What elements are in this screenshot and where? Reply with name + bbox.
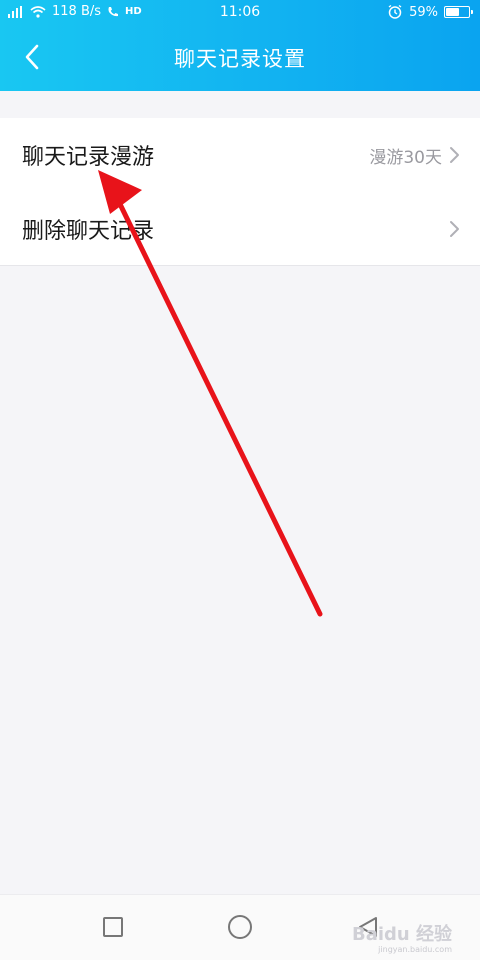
page-title: 聊天记录设置 [174, 47, 306, 71]
setting-label: 聊天记录漫游 [22, 145, 155, 170]
system-nav-bar: Baidu 经验 jingyan.baidu.com [0, 894, 480, 960]
settings-list: 聊天记录漫游 漫游30天 删除聊天记录 [0, 118, 480, 266]
watermark-logo: Baidu 经验 [351, 924, 452, 945]
setting-right: 漫游30天 [369, 118, 460, 192]
battery-percent: 59% [409, 4, 438, 20]
square-icon[interactable] [103, 917, 123, 937]
chevron-right-icon [450, 221, 459, 237]
circle-icon[interactable] [228, 915, 252, 939]
alarm-icon [388, 4, 402, 19]
setting-right [448, 192, 460, 266]
battery-icon [444, 6, 473, 18]
setting-label: 删除聊天记录 [22, 219, 155, 244]
status-bar: 118 B/s HD 11:06 59% [0, 0, 480, 25]
watermark-url: jingyan.baidu.com [378, 945, 452, 954]
title-bar: 聊天记录设置 [0, 25, 480, 91]
chevron-right-icon [450, 147, 459, 163]
setting-item-delete[interactable]: 删除聊天记录 [0, 192, 480, 266]
status-right: 59% [387, 4, 473, 20]
setting-item-roaming[interactable]: 聊天记录漫游 漫游30天 [0, 118, 480, 192]
app-header: 118 B/s HD 11:06 59% 聊天记录设置 [0, 0, 480, 91]
setting-value: 漫游30天 [369, 147, 442, 168]
battery-fill [446, 8, 459, 16]
